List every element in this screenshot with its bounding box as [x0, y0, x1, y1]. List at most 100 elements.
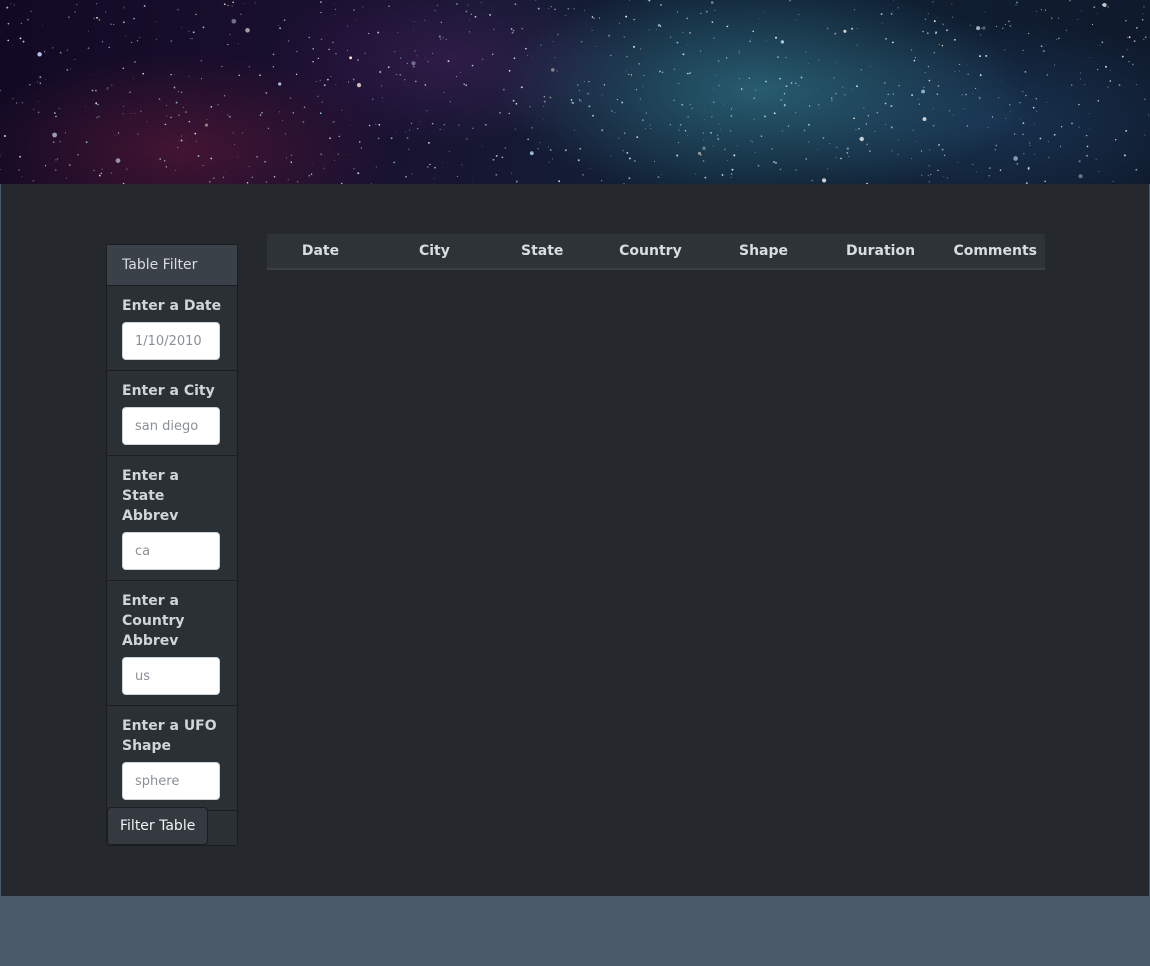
star: [180, 135, 183, 137]
star: [1071, 122, 1073, 125]
star: [1148, 114, 1149, 116]
star: [499, 112, 501, 114]
star: [1046, 102, 1048, 103]
star: [20, 22, 23, 25]
star: [543, 95, 546, 98]
star: [981, 27, 983, 30]
star: [375, 123, 377, 125]
star: [413, 65, 415, 68]
star: [231, 5, 233, 7]
star: [642, 119, 644, 121]
star: [500, 23, 502, 25]
star: [32, 179, 35, 182]
star: [1097, 99, 1100, 102]
star: [1079, 78, 1081, 80]
star: [434, 166, 436, 169]
star: [846, 42, 847, 43]
star: [439, 128, 441, 130]
star: [415, 80, 417, 83]
star: [278, 24, 280, 26]
country-input[interactable]: [122, 657, 220, 695]
star: [807, 63, 809, 64]
star: [485, 124, 487, 126]
state-input[interactable]: [122, 532, 220, 570]
star: [53, 112, 56, 114]
star: [248, 165, 250, 167]
star: [681, 103, 684, 106]
date-input[interactable]: [122, 322, 220, 360]
star: [726, 160, 728, 161]
star: [334, 14, 336, 16]
star: [977, 89, 979, 91]
star: [703, 140, 705, 141]
star: [978, 96, 981, 99]
star: [19, 37, 22, 40]
star: [362, 6, 364, 8]
star: [1022, 133, 1024, 135]
star: [204, 123, 209, 127]
star: [390, 137, 393, 140]
star: [835, 156, 837, 158]
star: [434, 10, 436, 12]
star: [510, 172, 512, 174]
star: [856, 44, 858, 46]
star: [188, 30, 190, 32]
star: [357, 172, 360, 175]
star: [787, 125, 790, 127]
star: [686, 17, 688, 20]
star: [1009, 111, 1011, 113]
star: [200, 60, 202, 62]
star: [966, 64, 968, 66]
star: [438, 35, 441, 38]
filter-country-label: Enter a Country Abbrev: [122, 593, 185, 649]
star: [715, 74, 717, 76]
star: [766, 40, 767, 42]
star: [254, 2, 256, 4]
star: [1013, 156, 1018, 161]
star: [689, 103, 691, 105]
star: [359, 141, 361, 143]
star: [368, 32, 370, 35]
star: [504, 147, 506, 149]
star: [259, 114, 262, 116]
star: [155, 39, 157, 40]
star: [256, 156, 258, 158]
star: [1096, 13, 1098, 14]
star: [738, 51, 740, 53]
star: [332, 41, 334, 44]
star: [625, 15, 628, 18]
city-input[interactable]: [122, 407, 220, 445]
star: [335, 84, 337, 86]
star: [588, 105, 591, 108]
star: [995, 25, 998, 27]
star: [601, 94, 603, 96]
star: [855, 129, 857, 131]
star: [77, 154, 79, 156]
star: [1027, 166, 1030, 169]
star: [410, 122, 413, 124]
star: [1089, 128, 1090, 130]
shape-input[interactable]: [122, 762, 220, 800]
filter-table-button[interactable]: Filter Table: [107, 807, 209, 845]
star: [91, 89, 94, 92]
star: [206, 119, 208, 120]
star: [760, 135, 763, 137]
star: [689, 72, 691, 75]
star: [844, 93, 846, 96]
star: [303, 106, 306, 108]
star: [1000, 80, 1002, 82]
star: [1128, 60, 1130, 63]
star: [1133, 40, 1136, 43]
star: [448, 150, 450, 152]
star: [279, 27, 282, 30]
star: [621, 101, 624, 104]
star: [405, 132, 407, 133]
footer: [1, 896, 1149, 966]
star: [353, 9, 355, 11]
star: [573, 129, 575, 131]
star: [1035, 98, 1037, 100]
star: [323, 84, 326, 87]
star: [10, 3, 12, 5]
star: [614, 112, 616, 113]
star: [210, 105, 213, 108]
